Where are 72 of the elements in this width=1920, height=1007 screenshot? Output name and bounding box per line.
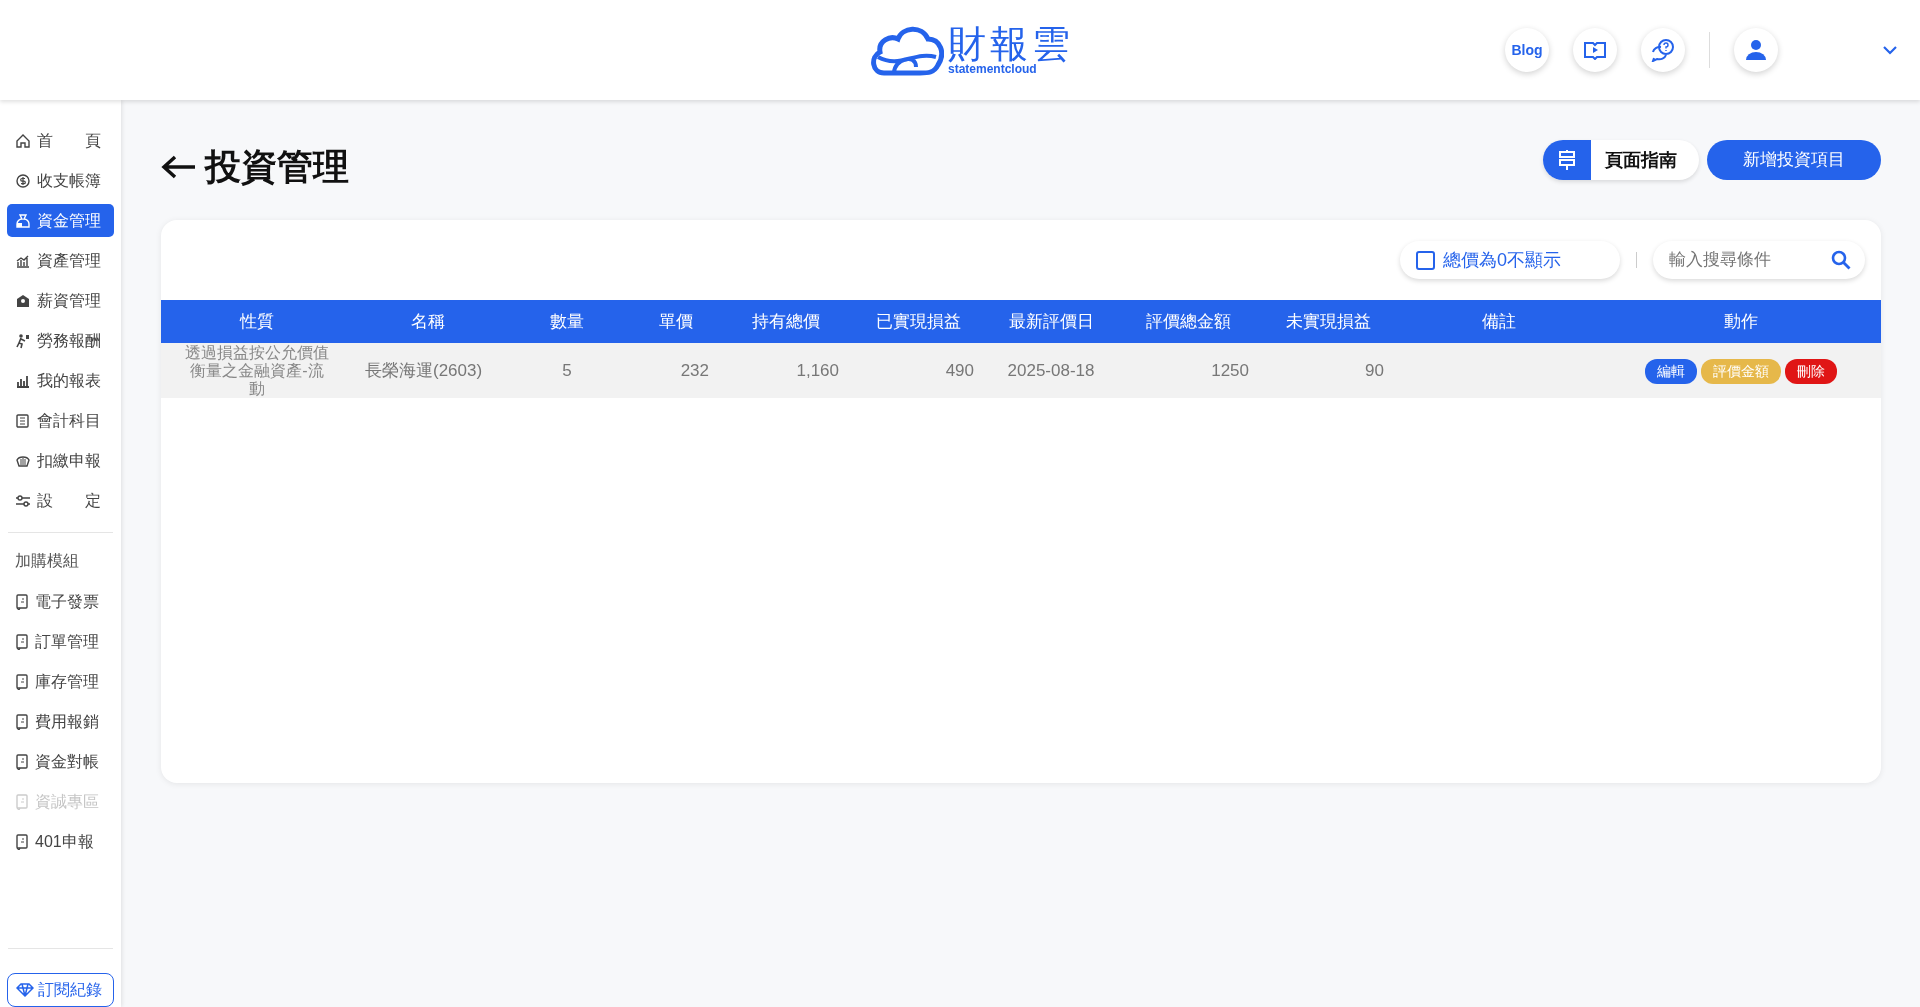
sidebar-item[interactable]: 資產管理 (7, 244, 114, 277)
edit-button[interactable]: 編輯 (1645, 358, 1697, 384)
column-header: 持有總價 (721, 300, 851, 343)
help-chat-button[interactable] (1641, 28, 1685, 72)
table-cell: 長榮海運(2603) (353, 343, 503, 398)
table-cell: 1,160 (721, 343, 851, 398)
receipt-icon (15, 633, 29, 650)
signpost-icon (1557, 149, 1577, 171)
receipt-icon (15, 833, 29, 850)
subscription-button[interactable]: 訂閱紀錄 (7, 973, 114, 1007)
sidebar-item[interactable]: 資金管理 (7, 204, 114, 237)
sidebar-item[interactable]: 會計科目 (7, 404, 114, 437)
sidebar-item[interactable]: 勞務報酬 (7, 324, 114, 357)
user-icon (1745, 39, 1767, 61)
column-header: 評價總金額 (1116, 300, 1261, 343)
table-cell: 透過損益按公允價值衡量之金融資產-流動 (161, 343, 353, 398)
sidebar-item[interactable]: 電子發票 (7, 585, 114, 618)
receipt-icon (15, 753, 29, 770)
sidebar-item[interactable]: 設 定 (7, 484, 114, 517)
column-header: 已實現損益 (851, 300, 986, 343)
sidebar-item[interactable]: 首 頁 (7, 124, 114, 157)
column-header: 動作 (1601, 300, 1881, 343)
column-header: 備註 (1396, 300, 1601, 343)
logo-text: 財報雲 (948, 25, 1074, 63)
receipt-icon (15, 793, 29, 810)
sidebar-item[interactable]: 401申報 (7, 825, 114, 858)
table-cell: 232 (631, 343, 721, 398)
column-header: 未實現損益 (1261, 300, 1396, 343)
sidebar-item[interactable]: 庫存管理 (7, 665, 114, 698)
sidebar-item[interactable]: 收支帳簿 (7, 164, 114, 197)
search-icon[interactable] (1831, 250, 1851, 270)
help-chat-icon (1650, 38, 1676, 62)
hide-zero-checkbox[interactable]: 總價為0不顯示 (1400, 241, 1620, 279)
money-bag-icon (15, 212, 31, 229)
sidebar-item[interactable]: 扣繳申報 (7, 444, 114, 477)
column-header: 數量 (503, 300, 631, 343)
column-header: 性質 (161, 300, 353, 343)
page-title: 投資管理 (205, 145, 349, 189)
receipt-icon (15, 713, 29, 730)
table-cell: 490 (851, 343, 986, 398)
video-guide-button[interactable] (1573, 28, 1617, 72)
home-icon (15, 132, 31, 149)
delete-button[interactable]: 刪除 (1785, 358, 1837, 384)
sidebar-item[interactable]: 我的報表 (7, 364, 114, 397)
table-cell: 5 (503, 343, 631, 398)
column-header: 名稱 (353, 300, 503, 343)
diamond-icon (16, 983, 34, 997)
receipt-icon (15, 673, 29, 690)
sidebar-item[interactable]: 費用報銷 (7, 705, 114, 738)
blog-button[interactable]: Blog (1505, 28, 1549, 72)
back-arrow-icon[interactable] (161, 154, 197, 180)
table-cell: 2025-08-18 (986, 343, 1116, 398)
table-cell: 1250 (1116, 343, 1261, 398)
sidebar-item[interactable]: 薪資管理 (7, 284, 114, 317)
sidebar-item[interactable]: 資金對帳 (7, 745, 114, 778)
video-book-icon (1583, 40, 1607, 60)
table-cell: 90 (1261, 343, 1396, 398)
search-field[interactable]: 輸入搜尋條件 (1653, 241, 1865, 279)
sidebar-section-title: 加購模組 (15, 551, 80, 571)
ledger-icon (15, 412, 31, 429)
user-avatar-button[interactable] (1734, 28, 1778, 72)
sidebar-item[interactable]: 訂單管理 (7, 625, 114, 658)
receipt-icon (15, 593, 29, 610)
column-header: 單價 (631, 300, 721, 343)
coin-icon (15, 172, 31, 189)
add-investment-button[interactable]: 新增投資項目 (1707, 140, 1881, 180)
logo-subtext: statementcloud (948, 63, 1037, 75)
worker-icon (15, 332, 31, 349)
chevron-down-icon[interactable] (1882, 45, 1898, 55)
sliders-icon (15, 492, 31, 509)
page-guide-button[interactable]: 頁面指南 (1543, 140, 1699, 180)
column-header: 最新評價日 (986, 300, 1116, 343)
